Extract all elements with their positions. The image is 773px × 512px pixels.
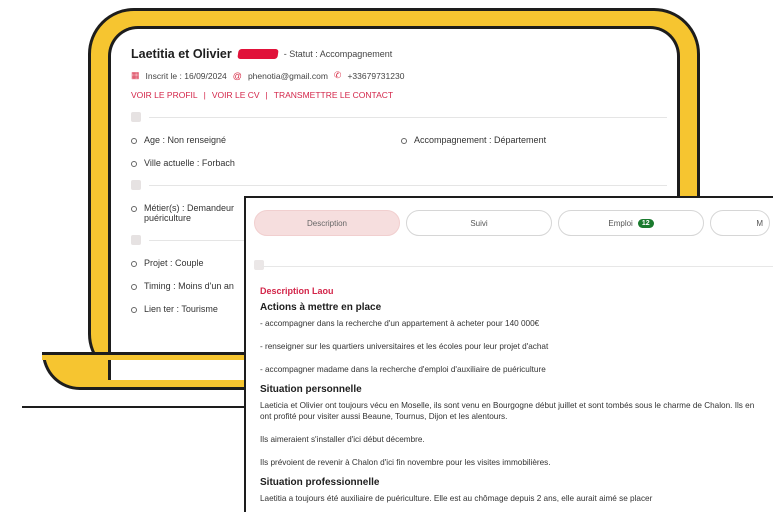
- description-card: Description Suivi Emploi 12 M Description…: [244, 196, 773, 512]
- link-separator: |: [265, 90, 268, 100]
- email-icon: @: [232, 70, 242, 81]
- redacted-surname: [237, 49, 279, 59]
- profile-status: - Statut : Accompagnement: [283, 49, 393, 59]
- field-row: Age : Non renseigné Accompagnement : Dép…: [131, 135, 667, 145]
- profile-header: Laetitia et Olivier - Statut : Accompagn…: [131, 47, 667, 61]
- field-metier: Métier(s) : Demandeur puériculture: [131, 203, 234, 223]
- profile-email[interactable]: phenotia@gmail.com: [248, 71, 328, 81]
- field-accompagnement: Accompagnement : Département: [401, 135, 546, 145]
- profile-phone[interactable]: +33679731230: [347, 71, 404, 81]
- profile-meta: ▦ Inscrit le : 16/09/2024 @ phenotia@gma…: [131, 70, 667, 81]
- paragraph: Laeticia et Olivier ont toujours vécu en…: [260, 401, 755, 421]
- ground-line: [22, 406, 272, 408]
- tab-more[interactable]: M: [710, 210, 770, 236]
- description-subtitle: Description Laou: [260, 286, 334, 296]
- section-title-actions: Actions à mettre en place: [260, 302, 382, 313]
- description-content: Description Laou Actions à mettre en pla…: [260, 286, 765, 504]
- section-title-professional: Situation professionnelle: [260, 477, 380, 488]
- field-ville: Ville actuelle : Forbach: [131, 158, 235, 168]
- link-separator: |: [203, 90, 206, 100]
- tab-emploi[interactable]: Emploi 12: [558, 210, 704, 236]
- paragraph: - renseigner sur les quartiers universit…: [260, 342, 549, 351]
- field-age: Age : Non renseigné: [131, 135, 226, 145]
- divider: [262, 266, 773, 267]
- calendar-icon: ▦: [131, 70, 140, 80]
- calendar-icon: [131, 235, 141, 245]
- field-lien: Lien ter : Tourisme: [131, 304, 218, 314]
- graduation-cap-icon: [131, 180, 141, 190]
- field-row: Ville actuelle : Forbach: [131, 158, 667, 168]
- emploi-count-badge: 12: [637, 218, 654, 228]
- section-divider-job: [131, 180, 667, 190]
- field-projet: Projet : Couple: [131, 258, 204, 268]
- paragraph: - accompagner dans la recherche d'un app…: [260, 319, 540, 328]
- tab-suivi[interactable]: Suivi: [406, 210, 552, 236]
- section-divider-person: [131, 112, 667, 122]
- paragraph: - accompagner madame dans la recherche d…: [260, 365, 546, 374]
- paragraph: Laetitia a toujours été auxiliaire de pu…: [260, 494, 653, 503]
- phone-icon: ✆: [333, 70, 342, 80]
- field-timing: Timing : Moins d'un an: [131, 281, 234, 291]
- section-title-personal: Situation personnelle: [260, 384, 362, 395]
- tab-description[interactable]: Description: [254, 210, 400, 236]
- note-icon: [254, 260, 264, 270]
- profile-name: Laetitia et Olivier: [131, 47, 232, 61]
- tab-bar: Description Suivi Emploi 12 M: [254, 210, 770, 236]
- view-profile-link[interactable]: VOIR LE PROFIL: [131, 90, 198, 100]
- transfer-contact-link[interactable]: TRANSMETTRE LE CONTACT: [274, 90, 393, 100]
- profile-links: VOIR LE PROFIL | VOIR LE CV | TRANSMETTR…: [131, 90, 667, 100]
- registered-date: Inscrit le : 16/09/2024: [145, 70, 227, 81]
- view-cv-link[interactable]: VOIR LE CV: [212, 90, 260, 100]
- paragraph: Ils aimeraient s'installer d'ici début d…: [260, 435, 425, 444]
- paragraph: Ils prévoient de revenir à Chalon d'ici …: [260, 458, 551, 467]
- person-icon: [131, 112, 141, 122]
